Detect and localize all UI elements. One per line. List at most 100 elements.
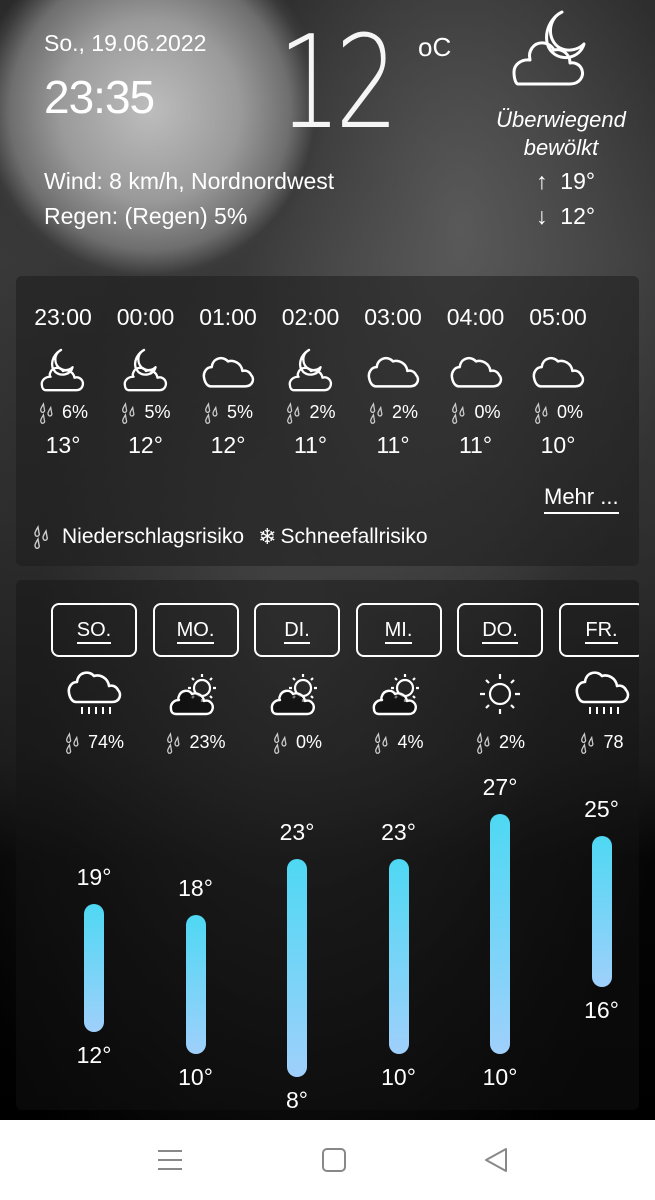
- precipitation-drops-icon: [122, 402, 135, 425]
- day-min-temp: 12°: [76, 1042, 112, 1068]
- moon-cloud-icon: [123, 348, 167, 392]
- day-tab-do[interactable]: DO.: [457, 603, 543, 657]
- precipitation-drops-icon: [167, 732, 180, 755]
- hourly-forecast-panel[interactable]: 23:00 6% 13° 00:00 5% 12° 01:00 5% 12° 02:00 2% 11°…: [16, 276, 639, 566]
- day-rain-chance: 23%: [146, 732, 246, 755]
- menu-icon[interactable]: [156, 1146, 184, 1174]
- day-tab-di[interactable]: DI.: [254, 603, 340, 657]
- precipitation-drops-icon: [375, 732, 388, 755]
- precipitation-drops-icon: [205, 402, 218, 425]
- hour-rain-value: 2%: [309, 402, 336, 422]
- temperature-range-bar: [287, 858, 307, 1077]
- current-time: 23:35: [44, 71, 155, 123]
- hour-rain-value: 0%: [474, 402, 501, 422]
- current-date: So., 19.06.2022: [44, 30, 207, 56]
- hourly-item[interactable]: 04:00 0% 11°: [437, 304, 515, 459]
- hour-rain-chance: 0%: [519, 402, 597, 430]
- hourly-item[interactable]: 02:00 2% 11°: [272, 304, 350, 459]
- hour-temperature: 11°: [376, 432, 410, 458]
- sun-cloud-icon: [169, 674, 216, 716]
- temperature-range-bar: [591, 836, 612, 988]
- day-column[interactable]: MO. 23% 18° 10°: [146, 580, 248, 1110]
- condition-line-1: Überwiegend: [496, 107, 626, 132]
- precipitation-drops-icon: [535, 402, 548, 425]
- temperature-range-bar: [185, 914, 206, 1055]
- day-min-temp: 16°: [584, 997, 619, 1024]
- hour-temperature: 12°: [210, 432, 246, 458]
- more-button[interactable]: Mehr ...: [544, 484, 619, 514]
- day-rain-value: 78: [603, 732, 624, 752]
- daily-high: ↑ 19°: [536, 168, 595, 195]
- day-max-temp: 19°: [76, 863, 112, 890]
- legend-snow-label: Schneefallrisiko: [280, 525, 428, 548]
- hour-rain-chance: 6%: [28, 402, 102, 430]
- snowflake-icon: ❄: [258, 524, 277, 549]
- day-label: SO.: [76, 619, 112, 644]
- home-square-icon[interactable]: [320, 1146, 348, 1174]
- day-tab-mo[interactable]: MO.: [152, 603, 239, 657]
- day-max-temp: 27°: [482, 774, 518, 800]
- day-column[interactable]: MI. 4% 23° 10°: [349, 580, 451, 1110]
- day-max-temp: 25°: [584, 796, 619, 823]
- temperature-range-bar: [490, 814, 510, 1055]
- daily-low: ↓ 12°: [536, 203, 595, 230]
- hour-rain-chance: 0%: [437, 402, 515, 430]
- hourly-list[interactable]: 23:00 6% 13° 00:00 5% 12° 01:00 5% 12° 02:00 2% 11°…: [28, 304, 628, 474]
- day-tab-so[interactable]: SO.: [51, 603, 137, 657]
- hourly-item[interactable]: 01:00 5% 12°: [189, 304, 267, 459]
- hour-rain-value: 5%: [144, 402, 171, 422]
- low-value: 12°: [560, 203, 596, 229]
- day-tab-fr[interactable]: FR.: [558, 603, 639, 657]
- day-rain-chance: 78: [552, 732, 640, 755]
- day-column[interactable]: DI. 0% 23° 8°: [247, 580, 349, 1110]
- day-min-temp: 10°: [178, 1064, 213, 1091]
- precipitation-drops-icon: [66, 732, 79, 755]
- day-rain-chance: 2%: [450, 732, 550, 755]
- hour-rain-chance: 5%: [189, 402, 267, 430]
- day-max-temp: 18°: [178, 874, 213, 901]
- precipitation-drops-icon: [274, 732, 287, 755]
- hour-time: 23:00: [34, 304, 92, 330]
- hour-time: 02:00: [281, 304, 340, 330]
- hourly-legend: Niederschlagsrisiko ❄ Schneefallrisiko: [32, 524, 442, 550]
- day-max-temp: 23°: [279, 818, 315, 845]
- hourly-item[interactable]: 23:00 6% 13°: [28, 304, 102, 459]
- day-column[interactable]: FR. 78 25° 16°: [552, 580, 640, 1110]
- arrow-down-icon: ↓: [536, 203, 548, 229]
- day-rain-value: 74%: [87, 732, 125, 752]
- daily-forecast-panel[interactable]: SO. 74% 19° 12° MO. 23% 18° 10° DI. 0% 23° 8° MI. 4% 2…: [16, 580, 639, 1110]
- hour-rain-value: 2%: [391, 402, 418, 422]
- hour-rain-value: 0%: [556, 402, 583, 422]
- cloud-icon: [450, 356, 502, 388]
- hour-temperature: 11°: [293, 432, 328, 458]
- precipitation-drops-icon: [287, 402, 300, 425]
- precipitation-drops-icon: [40, 402, 53, 425]
- legend-precipitation-label: Niederschlagsrisiko: [62, 525, 245, 548]
- day-min-temp: 8°: [286, 1086, 308, 1110]
- cloud-icon: [532, 356, 585, 388]
- day-column[interactable]: DO. 2% 27° 10°: [450, 580, 552, 1110]
- day-tab-mi[interactable]: MI.: [355, 603, 442, 657]
- hour-rain-value: 5%: [226, 402, 253, 422]
- hourly-item[interactable]: 0: [602, 304, 629, 334]
- day-column[interactable]: SO. 74% 19° 12°: [44, 580, 146, 1110]
- system-navigation-bar: [0, 1120, 655, 1200]
- day-rain-value: 2%: [498, 732, 525, 752]
- back-triangle-icon[interactable]: [482, 1146, 510, 1174]
- hourly-item[interactable]: 00:00 5% 12°: [107, 304, 185, 459]
- day-rain-chance: 4%: [349, 732, 449, 755]
- precipitation-drops-icon: [581, 732, 594, 755]
- rain-cloud-icon: [67, 671, 122, 714]
- hour-rain-chance: 2%: [354, 402, 432, 430]
- hourly-item[interactable]: 05:00 0% 10°: [519, 304, 597, 459]
- condition-line-2: bewölkt: [523, 135, 599, 160]
- precipitation-drops-icon: [477, 732, 490, 755]
- cloud-icon: [202, 356, 255, 388]
- day-rain-chance: 74%: [44, 732, 144, 755]
- hour-time: 03:00: [364, 304, 422, 330]
- cloud-icon: [367, 356, 420, 388]
- hour-time: 05:00: [529, 304, 587, 330]
- arrow-up-icon: ↑: [536, 168, 548, 194]
- day-label: FR.: [585, 619, 618, 644]
- hourly-item[interactable]: 03:00 2% 11°: [354, 304, 432, 459]
